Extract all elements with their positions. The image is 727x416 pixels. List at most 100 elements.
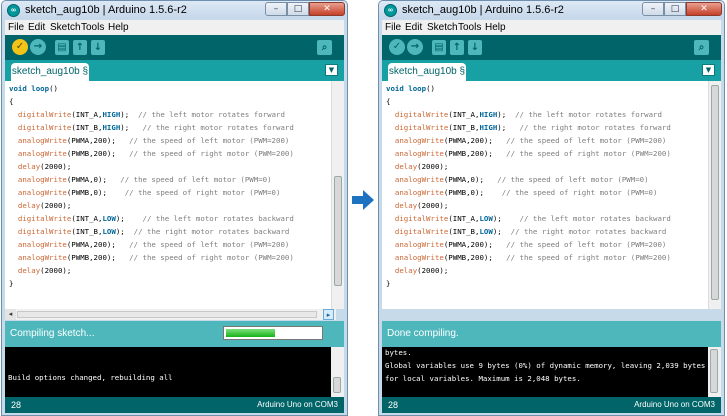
code-token: digitalWrite xyxy=(394,227,449,236)
tab-bar: sketch_aug10b § ▼ xyxy=(382,60,721,81)
minimize-button[interactable]: – xyxy=(642,2,664,16)
scrollbar-thumb[interactable] xyxy=(17,311,317,318)
menu-sketch[interactable]: Sketch xyxy=(50,22,81,33)
code-token: analogWrite xyxy=(17,188,67,197)
code-token: (INT_B, xyxy=(71,123,103,132)
code-token: // the right motor rotates forward xyxy=(519,123,671,132)
code-token: // the speed of right motor (PWM=200) xyxy=(129,253,294,262)
open-sketch-icon[interactable]: ↑ xyxy=(450,40,464,55)
upload-icon[interactable]: → xyxy=(30,39,46,55)
code-token: delay xyxy=(17,266,41,275)
new-sketch-icon[interactable]: ▤ xyxy=(432,40,446,55)
maximize-button[interactable]: □ xyxy=(664,2,686,16)
scrollbar-thumb[interactable] xyxy=(710,349,718,393)
scrollbar-thumb[interactable] xyxy=(711,85,719,300)
serial-monitor-icon[interactable]: ⌕ xyxy=(694,40,709,55)
scroll-right-icon[interactable]: ▸ xyxy=(323,309,334,320)
code-line: delay(2000); xyxy=(386,161,448,173)
menu-help[interactable]: Help xyxy=(108,22,129,33)
menu-edit[interactable]: Edit xyxy=(28,22,45,33)
editor-horizontal-scrollbar[interactable]: ◂ ▸ xyxy=(5,309,336,320)
maximize-button[interactable]: □ xyxy=(287,2,309,16)
save-sketch-icon[interactable]: ↓ xyxy=(91,40,105,55)
close-button[interactable]: ✕ xyxy=(309,2,345,16)
console-line: for local variables. Maximum is 2,048 by… xyxy=(385,374,581,383)
code-editor[interactable]: void loop(){ digitalWrite(INT_A,HIGH); /… xyxy=(5,81,332,309)
scrollbar-thumb[interactable] xyxy=(333,377,341,393)
menu-help[interactable]: Help xyxy=(485,22,506,33)
code-line: delay(2000); xyxy=(386,200,448,212)
title-bar[interactable]: ∞ sketch_aug10b | Arduino 1.5.6-r2 – □ ✕ xyxy=(379,1,724,19)
window-title: sketch_aug10b | Arduino 1.5.6-r2 xyxy=(402,4,564,16)
open-sketch-icon[interactable]: ↑ xyxy=(73,40,87,55)
code-line: void loop() xyxy=(9,83,58,95)
code-token: (PWMB,0); xyxy=(66,188,125,197)
code-line: digitalWrite(INT_A,HIGH); // the left mo… xyxy=(9,109,285,121)
console-output[interactable]: bytes. Global variables use 9 bytes (0%)… xyxy=(382,347,709,397)
code-token: (INT_B, xyxy=(71,227,103,236)
tab-menu-icon[interactable]: ▼ xyxy=(325,64,338,76)
editor-vertical-scrollbar[interactable] xyxy=(331,81,344,309)
scrollbar-thumb[interactable] xyxy=(334,176,342,286)
code-token: analogWrite xyxy=(17,175,67,184)
scroll-left-icon[interactable]: ◂ xyxy=(5,309,16,320)
title-bar[interactable]: ∞ sketch_aug10b | Arduino 1.5.6-r2 – □ ✕ xyxy=(2,1,347,19)
console-scrollbar[interactable] xyxy=(331,347,344,397)
arduino-app-icon: ∞ xyxy=(7,4,20,17)
code-token: analogWrite xyxy=(394,149,444,158)
menu-tools[interactable]: Tools xyxy=(81,22,104,33)
close-button[interactable]: ✕ xyxy=(686,2,722,16)
code-token: (2000); xyxy=(40,201,72,210)
code-token: // the right motor rotates backward xyxy=(510,227,667,236)
serial-monitor-icon[interactable]: ⌕ xyxy=(317,40,332,55)
code-token: (PWMB,200); xyxy=(443,253,507,262)
code-token: LOW xyxy=(479,214,493,223)
status-message: Done compiling. xyxy=(387,328,459,339)
code-token: (PWMA,200); xyxy=(66,240,130,249)
verify-icon[interactable]: ✓ xyxy=(12,39,28,55)
code-token: // the speed of right motor (PWM=0) xyxy=(501,188,658,197)
save-sketch-icon[interactable]: ↓ xyxy=(468,40,482,55)
code-editor[interactable]: void loop(){ digitalWrite(INT_A,HIGH); /… xyxy=(382,81,714,309)
menu-tools[interactable]: Tools xyxy=(458,22,481,33)
tab-sketch[interactable]: sketch_aug10b § xyxy=(11,63,89,81)
code-token: analogWrite xyxy=(394,188,444,197)
console-line: bytes. xyxy=(385,348,412,357)
footer-bar: 28 Arduino Uno on COM3 xyxy=(5,397,344,413)
menu-file[interactable]: File xyxy=(8,22,24,33)
menu-file[interactable]: File xyxy=(385,22,401,33)
verify-icon[interactable]: ✓ xyxy=(389,39,405,55)
tab-menu-icon[interactable]: ▼ xyxy=(702,64,715,76)
code-token: digitalWrite xyxy=(17,214,72,223)
arrow-right-icon xyxy=(352,190,374,210)
menu-edit[interactable]: Edit xyxy=(405,22,422,33)
console-output[interactable]: Build options changed, rebuilding all xyxy=(5,347,332,397)
code-token: LOW xyxy=(102,214,116,223)
code-token: (PWMA,0); xyxy=(443,175,498,184)
code-token: (PWMB,0); xyxy=(443,188,502,197)
menu-bar: File Edit Sketch Tools Help xyxy=(382,20,721,35)
editor-vertical-scrollbar[interactable] xyxy=(708,81,721,309)
code-token: } xyxy=(386,279,391,288)
console-scrollbar[interactable] xyxy=(708,347,721,397)
upload-icon[interactable]: → xyxy=(407,39,423,55)
menu-sketch[interactable]: Sketch xyxy=(427,22,458,33)
console-line: Build options changed, rebuilding all xyxy=(8,373,173,382)
code-token: ); xyxy=(120,110,139,119)
code-token: (2000); xyxy=(417,162,449,171)
minimize-button[interactable]: – xyxy=(265,2,287,16)
new-sketch-icon[interactable]: ▤ xyxy=(55,40,69,55)
code-token: (PWMB,200); xyxy=(443,149,507,158)
code-line: analogWrite(PWMB,200); // the speed of r… xyxy=(9,148,294,160)
tab-sketch[interactable]: sketch_aug10b § xyxy=(388,63,466,81)
